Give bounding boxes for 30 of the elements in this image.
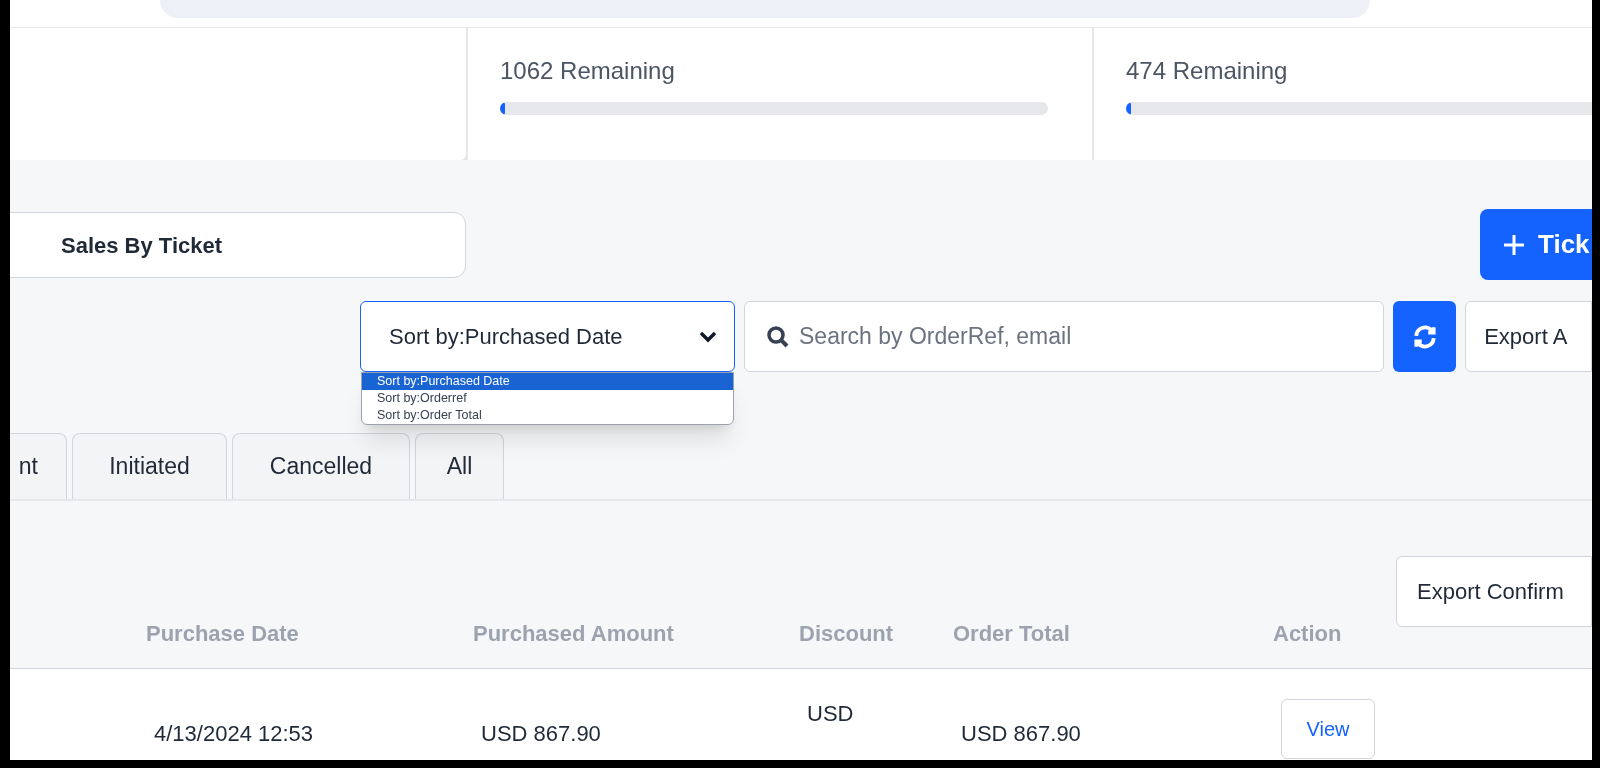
plus-icon <box>1502 232 1526 257</box>
table-cell: USD 867.90 <box>481 721 601 746</box>
table-cell: 4/13/2024 12:53 <box>154 721 314 746</box>
chevron-down-icon <box>698 329 718 344</box>
remaining-count: 474 Remaining <box>1126 56 1289 86</box>
dropdown-option[interactable]: Sort by:Order Total <box>362 407 733 424</box>
table-cell: USD <box>807 701 854 726</box>
table-cell: USD 867.90 <box>961 721 1081 746</box>
dropdown-option[interactable]: Sort by:Purchased Date <box>362 373 733 390</box>
status-tab[interactable]: nt <box>10 433 67 499</box>
status-tab[interactable]: Cancelled <box>232 433 410 499</box>
column-header: Purchased Amount <box>473 620 674 648</box>
search-field[interactable]: Search by OrderRef, email <box>744 301 1384 372</box>
add-ticket-button[interactable]: Tick <box>1480 209 1592 280</box>
report-tab[interactable]: Sales By Ticket <box>10 212 466 278</box>
status-tab[interactable]: All <box>415 433 504 499</box>
column-header: Order Total <box>953 620 1070 648</box>
column-header: Discount <box>799 620 894 648</box>
remaining-count: 1062 Remaining <box>500 56 676 86</box>
export-all-button[interactable]: Export A <box>1465 301 1592 372</box>
sort-select[interactable]: Sort by:Purchased Date <box>360 301 735 372</box>
status-tab[interactable]: Initiated <box>72 433 227 499</box>
search-icon <box>766 325 790 349</box>
export-confirmed-button[interactable]: Export Confirm <box>1396 556 1592 627</box>
column-header: Purchase Date <box>146 620 299 648</box>
refresh-button[interactable] <box>1393 301 1457 372</box>
dropdown-option[interactable]: Sort by:Orderref <box>362 390 733 407</box>
view-button[interactable]: View <box>1281 699 1375 759</box>
refresh-icon <box>1411 323 1438 350</box>
column-header: Action <box>1273 620 1342 648</box>
